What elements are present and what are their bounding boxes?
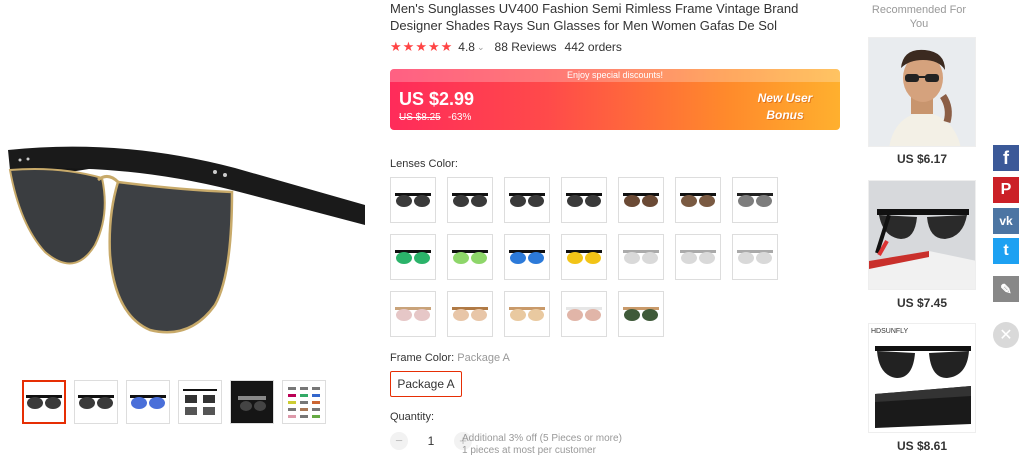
recommended-price-2: US $7.45 <box>896 296 948 310</box>
lens-color-option[interactable] <box>504 177 550 223</box>
sunglasses-icon <box>680 193 716 207</box>
recommended-price-1: US $6.17 <box>896 152 948 166</box>
thumbnail-1[interactable] <box>22 380 66 424</box>
sunglasses-icon <box>509 307 545 321</box>
recommended-price-3: US $8.61 <box>896 439 948 453</box>
close-icon: ✕ <box>999 327 1013 344</box>
recommended-item-2[interactable] <box>868 180 976 290</box>
thumbnail-5[interactable] <box>230 380 274 424</box>
quantity-decrease-button[interactable]: − <box>390 432 408 450</box>
new-user-bonus[interactable]: New User Bonus <box>740 90 830 124</box>
rating-stars[interactable]: ★ ★ ★ ★ ★ <box>390 40 452 54</box>
star-icon: ★ <box>402 39 415 54</box>
sunglasses-icon <box>452 250 488 264</box>
recommended-title: Recommended For You <box>871 4 967 30</box>
sunglasses-icon <box>737 193 773 207</box>
star-icon: ★ <box>427 39 440 54</box>
rating-row: ★ ★ ★ ★ ★ 4.8 ⌄ 88 Reviews 442 orders <box>390 40 622 55</box>
pinterest-icon: P <box>1000 181 1012 198</box>
star-icon: ★ <box>415 39 427 54</box>
product-title: Men's Sunglasses UV400 Fashion Semi Riml… <box>390 1 799 33</box>
lens-color-option[interactable] <box>447 177 493 223</box>
recommended-item-3[interactable]: HDSUNFLY <box>868 323 976 433</box>
package-a-option[interactable]: Package A <box>390 371 462 397</box>
sunglasses-icon <box>395 193 431 207</box>
lens-color-option[interactable] <box>732 177 778 223</box>
lens-color-option[interactable] <box>618 177 664 223</box>
sunglasses-icon <box>509 193 545 207</box>
sunglasses-icon <box>566 250 602 264</box>
thumbnail-3[interactable] <box>126 380 170 424</box>
quantity-label: Quantity: <box>390 411 435 423</box>
purchase-limit-text: 1 pieces at most per customer <box>462 445 596 456</box>
quantity-input[interactable]: 1 <box>408 434 454 448</box>
vk-icon: vk <box>999 214 1013 228</box>
sunglasses-icon <box>566 307 602 321</box>
sunglasses-icon <box>395 250 431 264</box>
thumbnail-2[interactable] <box>74 380 118 424</box>
twitter-icon: t <box>1003 242 1009 259</box>
thumbnail-6[interactable] <box>282 380 326 424</box>
lens-color-option[interactable] <box>618 234 664 280</box>
lens-color-option[interactable] <box>618 291 664 337</box>
lens-color-option[interactable] <box>561 234 607 280</box>
edit-share-button[interactable]: ✎ <box>993 276 1019 302</box>
sunglasses-icon <box>623 307 659 321</box>
lens-color-option[interactable] <box>504 234 550 280</box>
pencil-icon: ✎ <box>1000 280 1012 297</box>
bulk-discount-text: Additional 3% off (5 Pieces or more) <box>462 433 622 444</box>
new-user-line2: Bonus <box>766 108 804 122</box>
lens-color-option[interactable] <box>390 177 436 223</box>
quantity-stepper: − 1 + <box>390 432 472 450</box>
price-banner: Enjoy special discounts! US $2.99 US $8.… <box>390 69 840 130</box>
recommended-item-1[interactable] <box>868 37 976 147</box>
sunglasses-icon <box>623 193 659 207</box>
current-price: US $2.99 <box>399 89 475 109</box>
sunglasses-icon <box>509 250 545 264</box>
recommended-brand: HDSUNFLY <box>871 328 909 335</box>
sunglasses-icon <box>680 250 716 264</box>
vk-share-button[interactable]: vk <box>993 208 1019 234</box>
lenses-color-options <box>390 177 790 337</box>
sunglasses-icon <box>452 193 488 207</box>
lens-color-option[interactable] <box>561 291 607 337</box>
lens-color-option[interactable] <box>675 234 721 280</box>
new-user-line1: New User <box>757 91 813 105</box>
lens-color-option[interactable] <box>675 177 721 223</box>
lens-color-option[interactable] <box>390 291 436 337</box>
lens-color-option[interactable] <box>504 291 550 337</box>
lens-color-option[interactable] <box>447 234 493 280</box>
lens-color-option[interactable] <box>390 234 436 280</box>
reviews-link[interactable]: 88 Reviews <box>495 40 557 54</box>
sunglasses-icon <box>395 307 431 321</box>
orders-count: 442 orders <box>564 40 622 54</box>
star-icon: ★ <box>440 39 453 54</box>
quantity-info: Additional 3% off (5 Pieces or more) 1 p… <box>462 433 622 457</box>
sunglasses-icon <box>452 307 488 321</box>
frame-color-row: Frame Color: Package A <box>390 352 510 364</box>
frame-color-selected: Package A <box>457 352 510 364</box>
facebook-share-button[interactable]: f <box>993 145 1019 171</box>
sunglasses-icon <box>566 193 602 207</box>
original-price: US $8.25 <box>399 112 441 123</box>
lens-color-option[interactable] <box>447 291 493 337</box>
facebook-icon: f <box>1003 147 1009 168</box>
thumbnail-strip <box>22 380 326 424</box>
chevron-down-icon[interactable]: ⌄ <box>477 42 485 53</box>
lens-color-option[interactable] <box>732 234 778 280</box>
star-icon: ★ <box>390 39 402 54</box>
main-product-image[interactable] <box>0 40 370 370</box>
pinterest-share-button[interactable]: P <box>993 177 1019 203</box>
close-share-button[interactable]: ✕ <box>993 322 1019 348</box>
sunglasses-icon <box>737 250 773 264</box>
thumbnail-4[interactable] <box>178 380 222 424</box>
lenses-color-label: Lenses Color: <box>390 158 458 170</box>
frame-color-label: Frame Color: <box>390 352 455 364</box>
sunglasses-icon <box>623 250 659 264</box>
promo-strip: Enjoy special discounts! <box>390 69 840 82</box>
discount-badge: -63% <box>448 112 472 123</box>
lens-color-option[interactable] <box>561 177 607 223</box>
rating-value: 4.8 <box>458 40 475 54</box>
twitter-share-button[interactable]: t <box>993 238 1019 264</box>
